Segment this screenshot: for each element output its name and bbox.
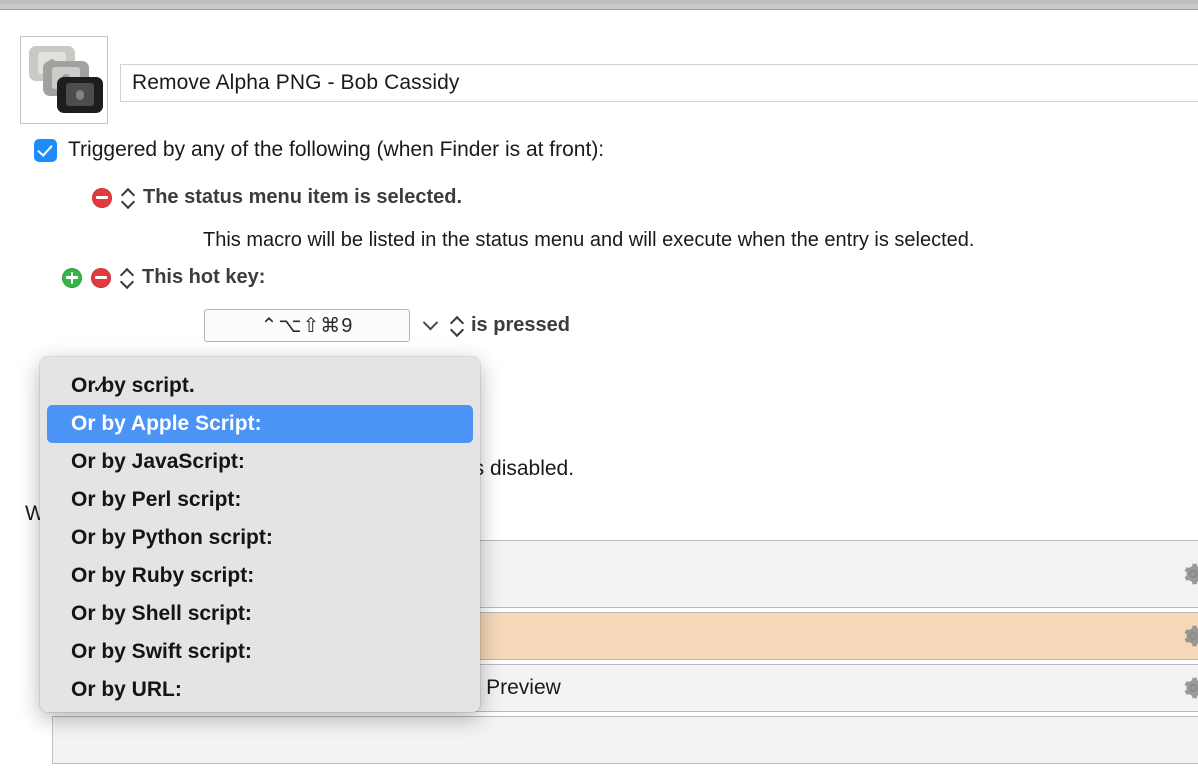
menu-item-label: Or by Apple Script:: [71, 412, 262, 436]
hot-key-condition[interactable]: is pressed: [450, 314, 570, 337]
checkmark-icon: ✓: [92, 374, 109, 399]
gear-icon[interactable]: [1180, 623, 1198, 649]
window-toolbar-highlight: [0, 0, 1198, 4]
menu-item[interactable]: ✓ Or by script.: [47, 367, 473, 405]
macro-title-input[interactable]: Remove Alpha PNG - Bob Cassidy: [120, 64, 1198, 102]
triggered-by-row[interactable]: Triggered by any of the following (when …: [34, 138, 604, 162]
up-down-chevron-icon[interactable]: [121, 187, 134, 209]
trigger-row-status-menu: The status menu item is selected.: [92, 186, 462, 209]
gear-icon[interactable]: [1180, 561, 1198, 587]
minus-circle-icon[interactable]: [91, 268, 111, 288]
menu-item-label: Or by Ruby script:: [71, 564, 254, 588]
macro-editor-window: Remove Alpha PNG - Bob Cassidy Triggered…: [0, 0, 1198, 780]
up-down-chevron-icon[interactable]: [450, 315, 463, 337]
table-row[interactable]: [52, 716, 1198, 764]
plus-circle-icon[interactable]: [62, 268, 82, 288]
stacked-frame-front-icon: [57, 77, 103, 113]
trigger-type-popup-menu[interactable]: ✓ Or by script. Or by Apple Script: Or b…: [40, 357, 480, 712]
menu-item-label: Or by Perl script:: [71, 488, 241, 512]
menu-item-label: Or by Python script:: [71, 526, 273, 550]
macro-icon[interactable]: [20, 36, 108, 124]
menu-item-label: Or by URL:: [71, 678, 182, 702]
hot-key-input[interactable]: ⌃⌥⇧⌘9: [204, 309, 410, 342]
chevron-down-icon[interactable]: [410, 309, 450, 342]
menu-item[interactable]: Or by Shell script:: [47, 595, 473, 633]
menu-item[interactable]: Or by URL:: [47, 671, 473, 709]
triggered-by-label: Triggered by any of the following (when …: [68, 138, 604, 162]
hot-key-controls: ⌃⌥⇧⌘9 is pressed: [204, 309, 570, 342]
up-down-chevron-icon[interactable]: [120, 267, 133, 289]
menu-item[interactable]: Or by Swift script:: [47, 633, 473, 671]
menu-item[interactable]: Or by Ruby script:: [47, 557, 473, 595]
menu-item[interactable]: Or by Apple Script:: [47, 405, 473, 443]
gear-icon[interactable]: [1180, 675, 1198, 701]
window-toolbar-strip: [0, 0, 1198, 10]
menu-item-label: Or by JavaScript:: [71, 450, 245, 474]
minus-circle-icon[interactable]: [92, 188, 112, 208]
menu-item[interactable]: Or by JavaScript:: [47, 443, 473, 481]
trigger-description-status-menu: This macro will be listed in the status …: [203, 229, 974, 252]
trigger-label-status-menu[interactable]: The status menu item is selected.: [143, 186, 462, 209]
triggered-by-checkbox[interactable]: [34, 139, 57, 162]
menu-item[interactable]: Or by Python script:: [47, 519, 473, 557]
trigger-label-hot-key[interactable]: This hot key:: [142, 266, 265, 289]
menu-item-label: Or by script.: [71, 374, 195, 398]
hot-key-condition-label: is pressed: [471, 314, 570, 337]
menu-item-label: Or by Swift script:: [71, 640, 252, 664]
menu-item-label: Or by Shell script:: [71, 602, 252, 626]
menu-item[interactable]: Or by Perl script:: [47, 481, 473, 519]
trigger-row-hot-key: This hot key:: [62, 266, 265, 289]
